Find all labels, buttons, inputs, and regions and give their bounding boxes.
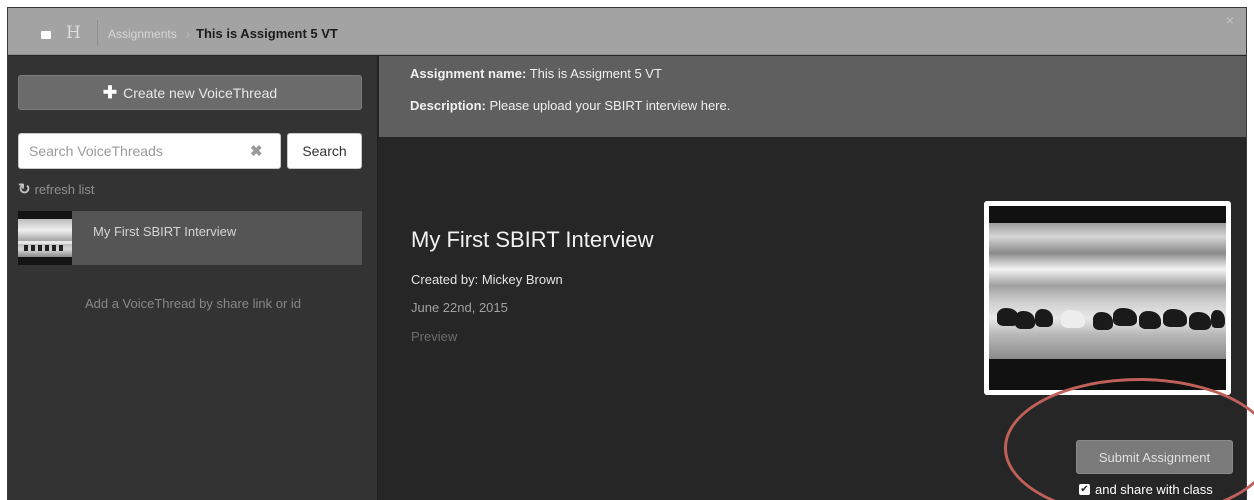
- assignment-description-label: Description:: [410, 98, 486, 113]
- assignment-name-label: Assignment name:: [410, 66, 527, 81]
- window-icon[interactable]: [41, 31, 51, 39]
- topbar-divider: [97, 20, 98, 46]
- refresh-list-label: refresh list: [34, 181, 95, 197]
- search-button[interactable]: Search: [287, 133, 362, 169]
- clear-icon[interactable]: ✖: [250, 142, 263, 160]
- preview-link[interactable]: Preview: [411, 329, 457, 344]
- app-window: H Assignments › This is Assigment 5 VT ×…: [7, 7, 1247, 500]
- main-content: Assignment name: This is Assigment 5 VT …: [379, 56, 1246, 500]
- refresh-list-link[interactable]: ↻ refresh list: [18, 180, 95, 198]
- plus-icon: ✚: [102, 83, 118, 102]
- thumbnail-sea: [18, 219, 72, 257]
- list-item-title: My First SBIRT Interview: [93, 224, 237, 239]
- thumbnail-wave: [18, 241, 72, 244]
- assignment-info-bar: Assignment name: This is Assigment 5 VT …: [379, 56, 1246, 137]
- assignment-name: Assignment name: This is Assigment 5 VT: [410, 66, 662, 81]
- breadcrumb-assignments[interactable]: Assignments: [108, 27, 177, 41]
- voicethread-creator: Created by: Mickey Brown: [411, 272, 563, 287]
- close-icon[interactable]: ×: [1226, 12, 1234, 28]
- create-voicethread-button[interactable]: ✚ Create new VoiceThread: [18, 75, 362, 110]
- preview-sea: [989, 223, 1226, 359]
- thumbnail-horses: [24, 245, 66, 251]
- share-with-class-option[interactable]: ✔ and share with class: [1079, 482, 1213, 497]
- assignment-name-value: This is Assigment 5 VT: [529, 66, 662, 81]
- voicethread-preview-image[interactable]: [984, 201, 1231, 395]
- submit-assignment-button[interactable]: Submit Assignment: [1076, 440, 1233, 474]
- voicethread-date: June 22nd, 2015: [411, 300, 508, 315]
- search-input[interactable]: [18, 133, 281, 169]
- breadcrumb-separator: ›: [186, 27, 190, 41]
- logo-h-icon[interactable]: H: [66, 23, 81, 43]
- assignment-description: Description: Please upload your SBIRT in…: [410, 98, 730, 113]
- add-voicethread-link[interactable]: Add a VoiceThread by share link or id: [8, 296, 378, 311]
- share-with-class-label: and share with class: [1095, 482, 1213, 497]
- voicethread-title: My First SBIRT Interview: [411, 227, 654, 252]
- checkbox-icon[interactable]: ✔: [1079, 484, 1090, 495]
- refresh-icon: ↻: [18, 181, 31, 198]
- preview-horses: [997, 308, 1225, 336]
- create-voicethread-label: Create new VoiceThread: [123, 84, 278, 101]
- top-bar: H Assignments › This is Assigment 5 VT ×: [8, 8, 1246, 55]
- breadcrumb-current: This is Assigment 5 VT: [196, 26, 338, 41]
- list-item[interactable]: My First SBIRT Interview: [18, 211, 362, 265]
- sidebar: ✚ Create new VoiceThread ✖ Search ↻ refr…: [8, 56, 378, 500]
- voicethread-thumbnail: [18, 211, 72, 265]
- assignment-description-value: Please upload your SBIRT interview here.: [489, 98, 731, 113]
